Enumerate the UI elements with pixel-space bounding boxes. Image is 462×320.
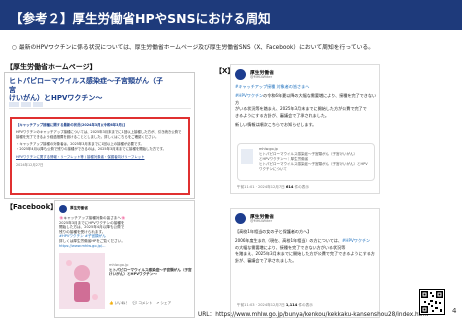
bullet-mark: ○ (12, 45, 18, 51)
facebook-link-image[interactable] (59, 253, 105, 309)
facebook-post-panel: 厚生労働省 🌸キャッチアップ接種対象の皆さまへ🌸 2025年3月までにHPVワク… (54, 200, 195, 318)
x-post-1-link-card[interactable]: mhlw.go.jp ヒトパピローマウイルス感染症〜子宮頸がん（子宮けいがん） … (237, 143, 375, 181)
facebook-link-preview[interactable]: mhlw.go.jp ヒトパピローマウイルス感染症〜子宮頸がん（子宮 けいがん）… (109, 263, 193, 277)
qr-pattern (421, 291, 443, 313)
facebook-section-label: 【Facebook】 (6, 203, 58, 211)
x-post-1-handle[interactable]: @MHLWitter (250, 75, 272, 79)
x-post-1-text: #キャッチアップ接種 対象者の皆さまへ #HPVワクチンの令和6年夏以降の大幅な… (235, 84, 377, 128)
intro-text: ○ 最新のHPVワクチンに係る状況については、厚生労働省ホームページ及び厚生労働… (12, 42, 374, 51)
qr-code-icon[interactable] (419, 289, 445, 315)
notice-body: HPVワクチンのキャッチアップ接種については、2025年3月末までに1回以上接種… (16, 129, 182, 139)
facebook-post-text: 🌸キャッチアップ接種対象の皆さまへ🌸 2025年3月までにHPVワクチンの接種を… (59, 216, 126, 248)
mhlw-page-icons (9, 102, 191, 109)
x-avatar-2 (235, 213, 246, 224)
x-post-2-text: 【高校1年相当の女の子と保護者の方へ】 2006年度生まれ（現在、高校1年相当）… (235, 229, 375, 263)
mhlw-homepage-panel: ヒトパピローマウイルス感染症〜子宮頸がん（子宮 けいがん）とHPVワクチン〜 【… (4, 72, 195, 199)
facebook-avatar (59, 205, 67, 213)
x-post-1: 厚生労働省 @MHLWitter #キャッチアップ接種 対象者の皆さまへ #HP… (230, 64, 380, 194)
mhlw-highlight-box: 【キャッチアップ接種に関する最新の状況(2024年3月)(令和6年3月)】 HP… (10, 117, 190, 195)
mhlw-page-title: ヒトパピローマウイルス感染症〜子宮頸がん（子宮 けいがん）とHPVワクチン〜 (9, 77, 163, 102)
notice-bullet-2: ・2025年4月以降も公費で残りの接種ができるのは、2025年3月末までに接種を… (16, 147, 167, 152)
facebook-account-name[interactable]: 厚生労働省 (70, 206, 88, 211)
x-post-2-meta: 午前11:03 · 2024年12月7日 1,114 件の表示 (237, 303, 313, 307)
x-post-2: 厚生労働省 @MHLWitter 【高校1年相当の女の子と保護者の方へ】 200… (230, 208, 380, 318)
intro-body: 最新のHPVワクチンに係る状況については、厚生労働省ホームページ及び厚生労働省S… (18, 45, 375, 51)
mhlw-section-label: 【厚生労働省ホームページ】 (6, 63, 97, 71)
x-post-2-handle[interactable]: @MHLWitter (250, 219, 272, 223)
x-avatar-1 (235, 69, 246, 80)
source-url[interactable]: URL：https://www.mhlw.go.jp/bunya/kenkou/… (198, 309, 428, 318)
facebook-reactions[interactable]: 👍 いいね！ 💬 コメント ↗ シェア (109, 301, 171, 306)
page-number: 4 (452, 307, 457, 315)
link-card-thumb-icon (241, 149, 253, 164)
notice-links[interactable]: HPVワクチンに関する情報・リーフレット等 / 接種対象者・保護者向けリーフレッ… (16, 155, 184, 160)
x-post-1-meta: 午前11:01 · 2024年12月7日 614 件の表示 (237, 185, 309, 189)
notice-title: 【キャッチアップ接種に関する最新の状況(2024年3月)(令和6年3月)】 (16, 123, 127, 127)
facebook-illustration (66, 260, 98, 302)
notice-date: 2024年12月27日 (16, 162, 44, 167)
slide-title: 【参考２】厚生労働省HPやSNSにおける周知 (0, 0, 462, 30)
